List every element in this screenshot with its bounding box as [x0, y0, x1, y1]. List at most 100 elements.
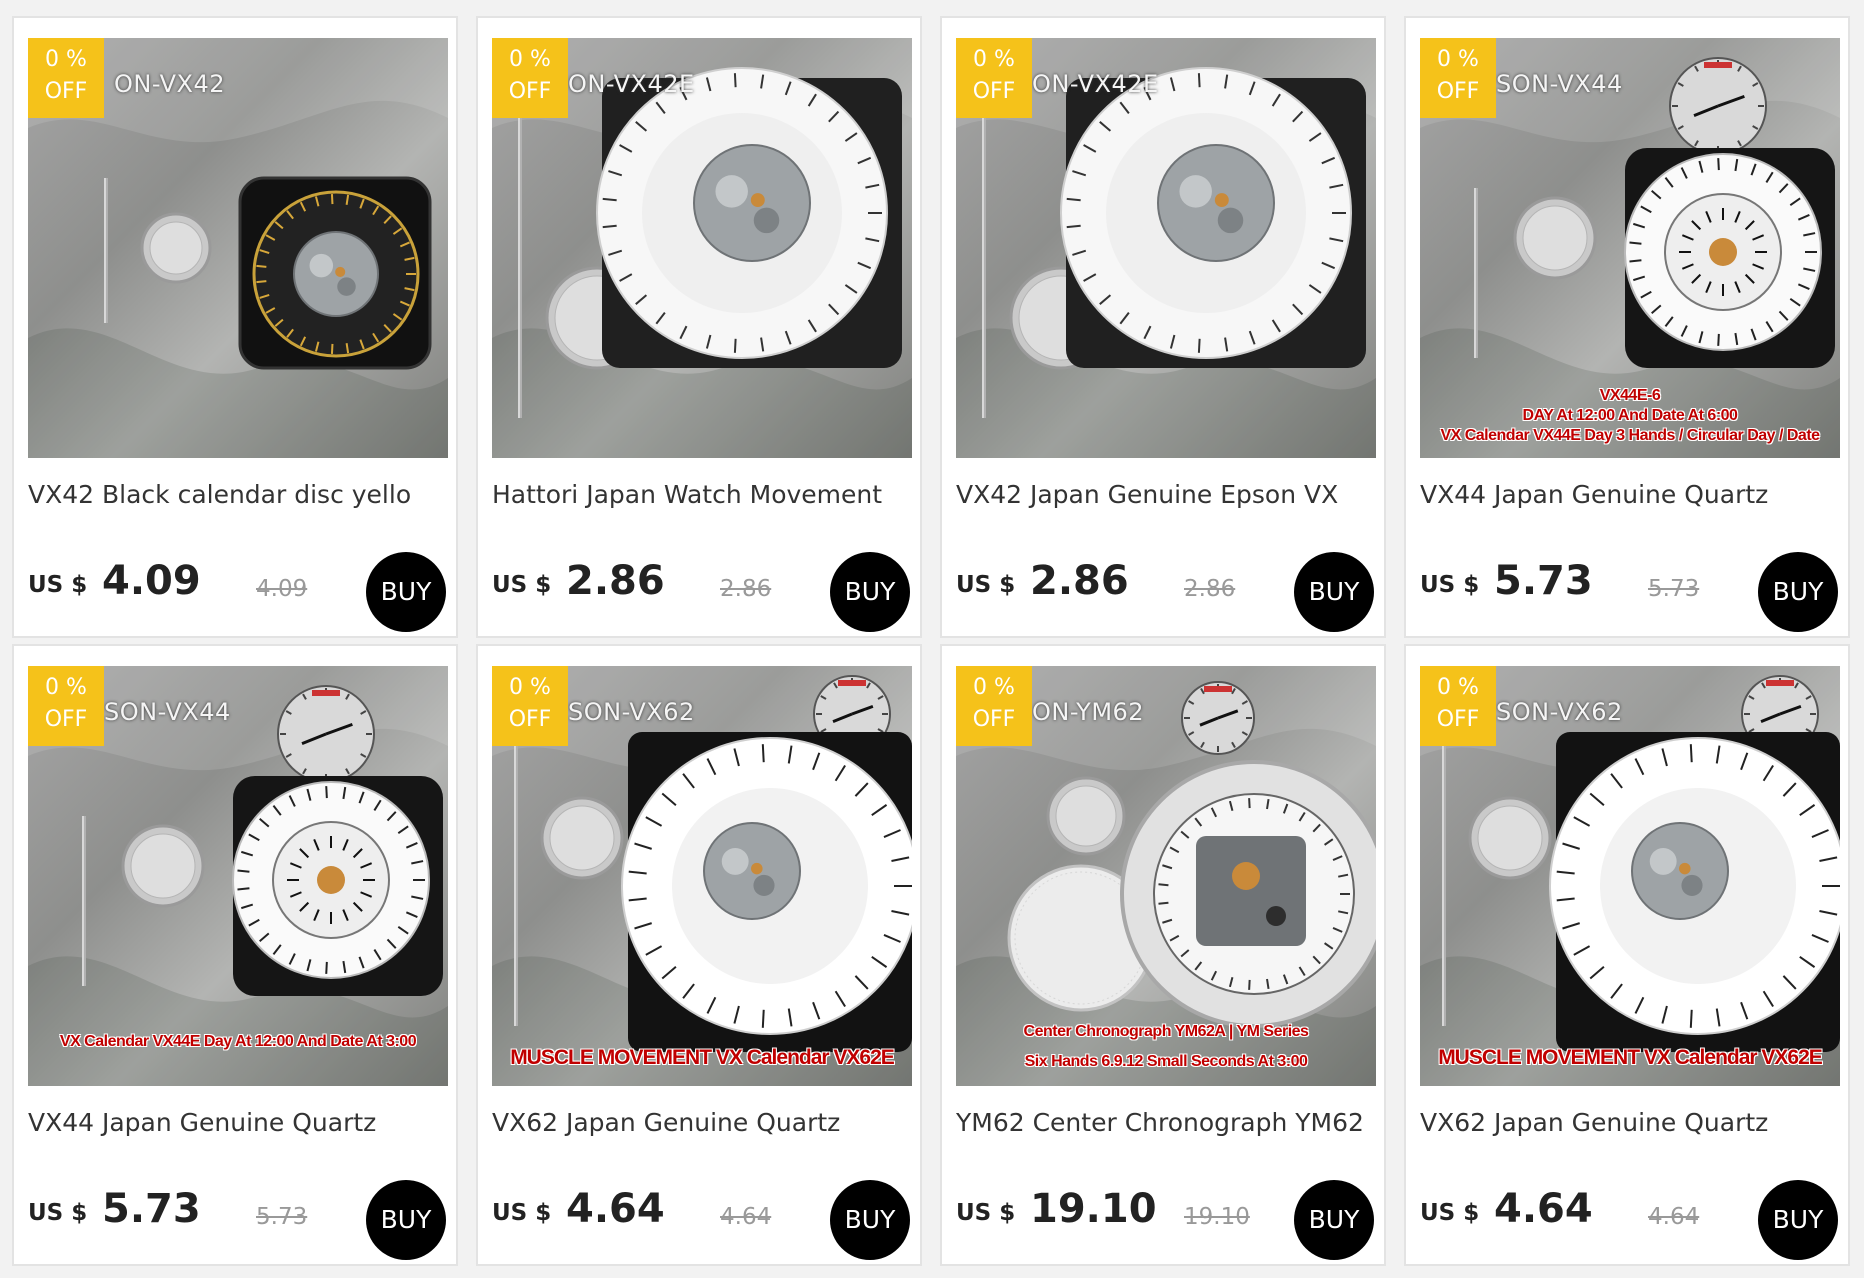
image-model-label: ON-VX42E — [568, 70, 695, 98]
buy-button[interactable]: BUY — [366, 1180, 446, 1260]
product-title[interactable]: YM62 Center Chronograph YM62 — [956, 1108, 1376, 1137]
product-card[interactable]: ON-VX42E 0 % OFF Hattori Japan Watch Moveme… — [476, 16, 922, 638]
product-image[interactable]: ON-VX42E 0 % OFF — [492, 38, 912, 458]
currency-label: US $ — [1420, 572, 1480, 598]
product-image[interactable]: ON-VX42E 0 % OFF — [956, 38, 1376, 458]
image-caption: DAY At 12:00 And Date At 6:00 — [1522, 407, 1738, 424]
currency-label: US $ — [28, 572, 88, 598]
discount-badge: 0 % OFF — [956, 38, 1032, 118]
image-caption: VX44E-6 — [1599, 387, 1661, 404]
discount-percent: 0 % — [509, 675, 551, 700]
image-caption: Six Hands 6.9.12 Small Seconds At 3:00 — [1024, 1053, 1308, 1070]
image-caption: Center Chronograph YM62A | YM Series — [1023, 1023, 1309, 1040]
buy-button[interactable]: BUY — [1758, 552, 1838, 632]
product-title[interactable]: VX44 Japan Genuine Quartz — [28, 1108, 448, 1137]
image-model-label: ON-VX42E — [1032, 70, 1159, 98]
product-card[interactable]: ON-VX42 0 % OFF VX42 Black calendar disc ye… — [12, 16, 458, 638]
discount-percent: 0 % — [973, 47, 1015, 72]
product-image[interactable]: SON-VX44 VX Calendar VX44E Day At 12:00 A… — [28, 666, 448, 1086]
product-title[interactable]: Hattori Japan Watch Movement — [492, 480, 912, 509]
sale-price: 2.86 — [1030, 558, 1129, 604]
image-caption: MUSCLE MOVEMENT VX Calendar VX62E — [1438, 1046, 1823, 1069]
battery-cell — [1046, 776, 1126, 856]
sale-price: 4.09 — [102, 558, 201, 604]
product-title[interactable]: VX42 Black calendar disc yello — [28, 480, 448, 509]
discount-badge: 0 % OFF — [1420, 38, 1496, 118]
product-card[interactable]: SON-VX44 VX Calendar VX44E Day At 12:00 A… — [12, 644, 458, 1266]
sale-price: 2.86 — [566, 558, 665, 604]
sale-price: 4.64 — [566, 1186, 665, 1232]
discount-percent: 0 % — [45, 47, 87, 72]
battery-cell — [1513, 196, 1597, 280]
buy-button[interactable]: BUY — [830, 1180, 910, 1260]
product-card[interactable]: SON-VX62 MUSCLE MOVEMENT VX Calendar VX62… — [476, 644, 922, 1266]
movement — [232, 776, 443, 996]
image-model-label: SON-VX44 — [1496, 70, 1623, 98]
product-title[interactable]: VX44 Japan Genuine Quartz — [1420, 480, 1840, 509]
movement — [1549, 732, 1840, 1052]
image-caption: MUSCLE MOVEMENT VX Calendar VX62E — [510, 1046, 895, 1069]
buy-button[interactable]: BUY — [830, 552, 910, 632]
image-model-label: SON-VX44 — [104, 698, 231, 726]
currency-label: US $ — [956, 572, 1016, 598]
image-model-label: SON-VX62 — [568, 698, 695, 726]
product-card[interactable]: ON-VX42E 0 % OFF VX42 Japan Genuine Epson V… — [940, 16, 1386, 638]
product-image[interactable]: ON-VX42 0 % OFF — [28, 38, 448, 458]
product-title[interactable]: VX62 Japan Genuine Quartz — [1420, 1108, 1840, 1137]
discount-off-label: OFF — [1436, 707, 1480, 732]
price-row: US $ 5.73 5.73 BUY — [28, 1180, 448, 1260]
original-price: 2.86 — [720, 576, 772, 602]
movement — [621, 732, 912, 1052]
discount-badge: 0 % OFF — [28, 666, 104, 746]
discount-off-label: OFF — [44, 707, 88, 732]
product-card[interactable]: SON-VX62 MUSCLE MOVEMENT VX Calendar VX62… — [1404, 644, 1850, 1266]
product-title[interactable]: VX62 Japan Genuine Quartz — [492, 1108, 912, 1137]
image-model-label: ON-VX42 — [114, 70, 225, 98]
image-model-label: ON-YM62 — [1032, 698, 1145, 726]
sale-price: 19.10 — [1030, 1186, 1157, 1232]
battery-cell — [1468, 796, 1552, 880]
movement — [1624, 148, 1835, 368]
currency-label: US $ — [956, 1200, 1016, 1226]
image-caption: VX Calendar VX44E Day 3 Hands / Circular… — [1440, 427, 1820, 444]
buy-button[interactable]: BUY — [1758, 1180, 1838, 1260]
sale-price: 5.73 — [1494, 558, 1593, 604]
product-card[interactable]: SON-VX44 VX44E-6 DAY At 12:00 And Date At … — [1404, 16, 1850, 638]
discount-badge: 0 % OFF — [956, 666, 1032, 746]
discount-off-label: OFF — [508, 707, 552, 732]
discount-badge: 0 % OFF — [28, 38, 104, 118]
movement — [1060, 67, 1366, 368]
image-model-label: SON-VX62 — [1496, 698, 1623, 726]
discount-percent: 0 % — [509, 47, 551, 72]
discount-percent: 0 % — [45, 675, 87, 700]
original-price: 5.73 — [256, 1204, 308, 1230]
product-title[interactable]: VX42 Japan Genuine Epson VX — [956, 480, 1376, 509]
currency-label: US $ — [28, 1200, 88, 1226]
buy-button[interactable]: BUY — [1294, 552, 1374, 632]
product-image[interactable]: SON-VX44 VX44E-6 DAY At 12:00 And Date At … — [1420, 38, 1840, 458]
product-image[interactable]: SON-VX62 MUSCLE MOVEMENT VX Calendar VX62… — [1420, 666, 1840, 1086]
price-row: US $ 2.86 2.86 BUY — [492, 552, 912, 632]
product-image[interactable]: SON-VX62 MUSCLE MOVEMENT VX Calendar VX62… — [492, 666, 912, 1086]
original-price: 4.09 — [256, 576, 308, 602]
currency-label: US $ — [1420, 1200, 1480, 1226]
battery-cell — [121, 824, 205, 908]
product-card[interactable]: ON-YM62 Center Chronograph YM62A | YM Ser… — [940, 644, 1386, 1266]
price-row: US $ 4.64 4.64 BUY — [492, 1180, 912, 1260]
sample-dial — [1181, 681, 1255, 755]
buy-button[interactable]: BUY — [1294, 1180, 1374, 1260]
discount-off-label: OFF — [1436, 79, 1480, 104]
price-row: US $ 2.86 2.86 BUY — [956, 552, 1376, 632]
sale-price: 4.64 — [1494, 1186, 1593, 1232]
discount-off-label: OFF — [972, 707, 1016, 732]
sample-dial — [1669, 57, 1767, 155]
discount-badge: 0 % OFF — [492, 38, 568, 118]
movement — [238, 176, 432, 370]
price-row: US $ 4.64 4.64 BUY — [1420, 1180, 1840, 1260]
price-row: US $ 5.73 5.73 BUY — [1420, 552, 1840, 632]
product-image[interactable]: ON-YM62 Center Chronograph YM62A | YM Ser… — [956, 666, 1376, 1086]
movement — [596, 67, 902, 368]
sale-price: 5.73 — [102, 1186, 201, 1232]
discount-badge: 0 % OFF — [1420, 666, 1496, 746]
buy-button[interactable]: BUY — [366, 552, 446, 632]
